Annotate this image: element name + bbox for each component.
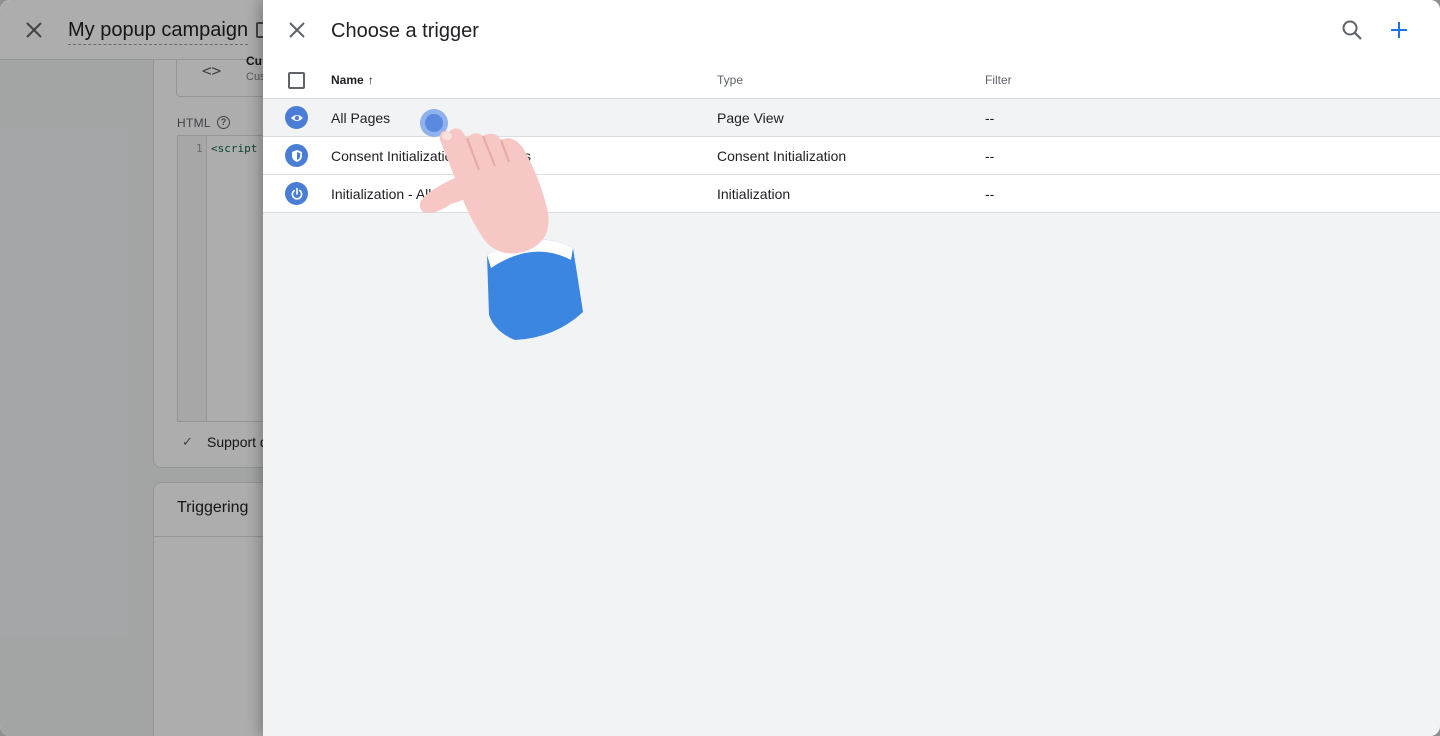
- plus-icon[interactable]: [1388, 19, 1410, 41]
- trigger-type: Consent Initialization: [717, 148, 847, 164]
- trigger-type: Initialization: [717, 186, 791, 202]
- eye-icon: [285, 106, 308, 129]
- trigger-filter: --: [985, 148, 995, 164]
- search-icon[interactable]: [1341, 19, 1363, 41]
- close-icon[interactable]: [288, 21, 306, 39]
- sort-arrow-icon: ↑: [367, 73, 374, 87]
- trigger-row-initialization[interactable]: Initialization - All Pages Initializatio…: [263, 175, 1440, 213]
- panel-title: Choose a trigger: [331, 20, 479, 42]
- trigger-name: Initialization - All Pages: [331, 186, 475, 202]
- trigger-name: All Pages: [331, 110, 391, 126]
- trigger-row-all-pages[interactable]: All Pages Page View --: [263, 99, 1440, 137]
- app-window: My popup campaign <> Cu Cus HTML ? 1 <sc…: [0, 0, 1440, 736]
- trigger-filter: --: [985, 110, 995, 126]
- trigger-name: Consent Initialization - All Pages: [331, 148, 531, 164]
- choose-trigger-panel: Choose a trigger Name ↑ Type Filter All …: [263, 0, 1440, 736]
- trigger-filter: --: [985, 186, 995, 202]
- shield-icon: [285, 144, 308, 167]
- column-name-label: Name: [331, 73, 364, 87]
- trigger-row-consent-initialization[interactable]: Consent Initialization - All Pages Conse…: [263, 137, 1440, 175]
- column-header-type[interactable]: Type: [717, 73, 743, 87]
- column-header-name[interactable]: Name ↑: [331, 73, 374, 87]
- power-icon: [285, 182, 308, 205]
- column-header-filter[interactable]: Filter: [985, 73, 1012, 87]
- trigger-type: Page View: [717, 110, 784, 126]
- select-all-checkbox[interactable]: [288, 72, 305, 89]
- trigger-list: All Pages Page View -- Consent Initializ…: [263, 99, 1440, 213]
- panel-header: Choose a trigger Name ↑ Type Filter: [263, 0, 1440, 99]
